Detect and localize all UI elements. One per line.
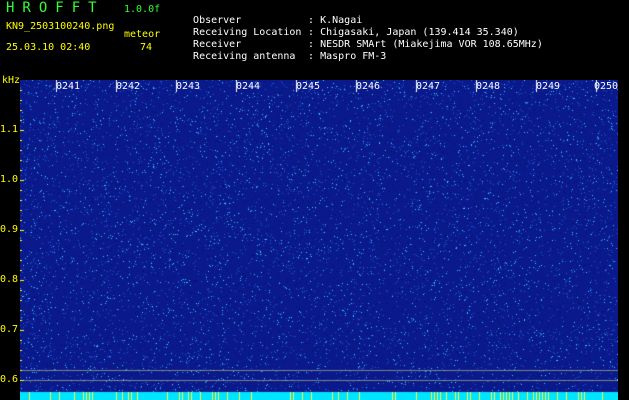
filename-label: KN9_2503100240.png: [6, 21, 115, 32]
plot-right-border: [618, 80, 629, 400]
y-tick-label: 1.1: [0, 124, 19, 135]
y-tick-label: 1.0: [0, 174, 19, 185]
y-tick-label: 0.9: [0, 224, 19, 235]
info-row-antenna: Receiving antenna : Maspro FM-3: [181, 40, 386, 62]
x-tick-label: 0242: [116, 81, 141, 92]
timestamp-label: 25.03.10 02:40: [6, 42, 91, 53]
y-tick-label: 0.6: [0, 374, 19, 385]
x-tick-label: 0246: [356, 81, 381, 92]
x-tick-label: 0250: [594, 81, 619, 92]
y-tick-label: 0.8: [0, 274, 19, 285]
x-tick-label: 0244: [236, 81, 261, 92]
x-tick-label: 0249: [536, 81, 561, 92]
x-tick-label: 0241: [56, 81, 81, 92]
x-tick-label: 0248: [476, 81, 501, 92]
x-tick-label: 0243: [176, 81, 201, 92]
meteor-label: meteor: [124, 29, 161, 40]
meteor-count: 74: [140, 42, 153, 53]
x-tick-label: 0245: [296, 81, 321, 92]
info-label: Receiving antenna: [193, 51, 296, 62]
y-tick-label: 0.7: [0, 324, 19, 335]
spectrogram-canvas[interactable]: [20, 80, 618, 400]
version-label: 1.0.0f: [124, 4, 161, 15]
y-unit-label: kHz: [2, 75, 21, 86]
x-tick-label: 0247: [416, 81, 441, 92]
app-title: HROFFT: [6, 0, 105, 16]
info-value: : Maspro FM-3: [308, 51, 387, 62]
